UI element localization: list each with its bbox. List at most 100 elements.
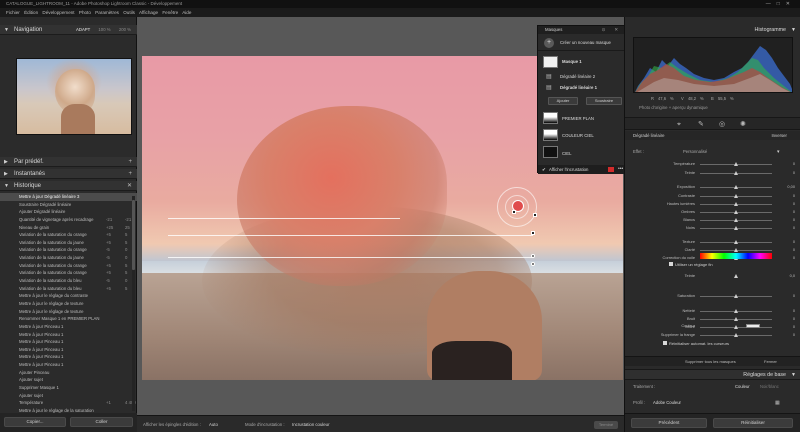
overlay-color-swatch[interactable] [608,167,614,172]
slider-value[interactable]: 0,0 [790,272,795,280]
zoom-100[interactable]: 100 % [98,27,110,32]
chevron-down-icon[interactable]: ▾ [777,148,780,156]
slider-knob[interactable] [734,202,738,206]
gradient-pin-handle[interactable] [531,262,535,266]
skycolor-label[interactable]: COULEUR CIEL [562,133,594,138]
slider-value[interactable]: 0 [793,254,795,262]
slider-knob[interactable] [734,317,738,321]
slider-value[interactable]: 0,00 [787,183,795,191]
add-snapshot-icon[interactable]: + [128,169,132,179]
history-item[interactable]: Soustraire Dégradé linéaire [0,201,137,209]
gradient-pin-handle[interactable] [531,254,535,258]
history-item[interactable]: Variation de la saturation du bleu +5 5 [0,285,137,293]
done-button[interactable]: Terminé [594,421,618,429]
collapse-icon[interactable]: ▼ [791,370,796,381]
masking-icon[interactable]: ✺ [740,118,746,131]
gradient-guide-line[interactable] [168,218,400,219]
slider-value[interactable]: 0 [793,200,795,208]
reset-auto-checkbox[interactable] [663,341,667,345]
history-item[interactable]: Renommer Masque 1 en PREMIER PLAN [0,315,137,323]
more-options-icon[interactable]: ••• [618,165,623,174]
show-pins-select[interactable]: Auto [209,416,218,432]
previous-button[interactable]: Précédent [631,418,707,428]
slider-value[interactable]: 0 [793,246,795,254]
maximize-icon[interactable]: □ [777,1,786,7]
history-item[interactable]: Mettre à jour Pinceau 1 [0,331,137,339]
slider-value[interactable]: 0 [793,307,795,315]
slider-knob[interactable] [734,171,738,175]
slider-value[interactable]: 0 [793,169,795,177]
slider-knob[interactable] [734,333,738,337]
history-item[interactable]: Ajouter Dégradé linéaire [0,208,137,216]
history-item[interactable]: Mettre à jour Pinceau 1 [0,353,137,361]
history-header[interactable]: ▼ Historique ✕ [0,181,137,191]
gradient2-label[interactable]: Dégradé linéaire 2 [560,74,595,79]
slider-knob[interactable] [734,248,738,252]
foreground-label[interactable]: PREMIER PLAN [562,116,594,121]
menu-help[interactable]: Aide [182,10,191,15]
profile-browser-icon[interactable]: ▦ [775,400,780,406]
gradient-pin-handle[interactable] [533,213,537,217]
heal-icon[interactable]: ✎ [698,118,704,131]
slider-knob[interactable] [734,294,738,298]
treatment-color-option[interactable]: Couleur [735,383,750,391]
close-icon[interactable]: ✕ [786,1,796,7]
menu-settings[interactable]: Paramètres [95,10,119,15]
window-controls[interactable]: —□✕ [766,0,796,8]
slider-value[interactable]: 0 [793,192,795,200]
history-item[interactable]: Variation de la saturation du orange -5 0 [0,246,137,254]
slider-knob[interactable] [734,240,738,244]
foreground-thumbnail[interactable] [543,112,558,124]
slider-knob[interactable] [734,218,738,222]
gradient-guide-line[interactable] [168,257,533,258]
gradient-pin-handle[interactable] [531,231,535,235]
treatment-bw-option[interactable]: Noir/blanc [760,383,779,391]
history-item[interactable]: Ajouter sujet [0,376,137,384]
history-item[interactable]: Supprimer Masque 1 [0,384,137,392]
history-item[interactable]: Ajouter Pinceau [0,369,137,377]
clear-history-icon[interactable]: ✕ [127,181,132,191]
slider-knob[interactable] [734,274,738,278]
overlay-mode-select[interactable]: Incrustation couleur [292,416,330,432]
histogram-header[interactable]: Histogramme ▼ [625,25,800,36]
paste-button[interactable]: Coller [70,417,133,427]
add-button[interactable]: Ajouter [548,97,578,105]
zoom-200[interactable]: 200 % [119,27,131,32]
subtract-button[interactable]: Soustraire [586,97,622,105]
color-swatch[interactable] [746,324,760,328]
slider-value[interactable]: 0 [793,224,795,232]
collapse-icon[interactable]: ▼ [791,25,796,36]
mask1-label[interactable]: Masque 1 [562,59,582,64]
fine-adjust-checkbox[interactable] [669,262,673,266]
history-item[interactable]: Mettre à jour le réglage du contraste [0,292,137,300]
presets-header[interactable]: ▶ Par prédéf. + [0,157,137,167]
history-item[interactable]: Variation de la saturation du jaune +5 5 [0,239,137,247]
history-item[interactable]: Niveau de grain +25 25 [0,224,137,232]
effect-select[interactable]: Personnalisé [683,148,707,156]
collapse-icon[interactable]: ▼ [4,25,9,35]
history-item[interactable]: Variation de la saturation du jaune -5 0 [0,254,137,262]
history-item[interactable]: Mettre à jour le réglage de texture [0,300,137,308]
gradient-pin-handle[interactable] [512,210,516,214]
sky-thumbnail[interactable] [543,146,558,158]
history-item[interactable]: Mettre à jour Pinceau 1 [0,338,137,346]
skycolor-thumbnail[interactable] [543,129,558,141]
zoom-fit[interactable]: ADAPT [76,27,90,32]
menu-edit[interactable]: Édition [24,10,38,15]
gradient-guide-line[interactable] [168,235,533,236]
add-preset-icon[interactable]: + [128,157,132,167]
menu-tools[interactable]: Outils [123,10,135,15]
slider-value[interactable]: 0 [793,331,795,339]
masks-panel-controls[interactable]: ⊙ ✕ [602,26,622,34]
menu-photo[interactable]: Photo [79,10,91,15]
history-scrollbar[interactable] [132,196,135,411]
slider-knob[interactable] [734,162,738,166]
history-item[interactable]: Mettre à jour Pinceau 1 [0,361,137,369]
slider-knob[interactable] [734,210,738,214]
minimize-icon[interactable]: — [766,1,777,7]
create-mask-row[interactable]: + Créer un nouveau masque [538,35,627,51]
collapse-icon[interactable]: ▼ [4,181,9,191]
history-item[interactable]: Variation de la saturation du orange +5 5 [0,231,137,239]
profile-select[interactable]: Adobe Couleur [653,399,681,407]
redeye-icon[interactable]: ◎ [719,118,725,131]
